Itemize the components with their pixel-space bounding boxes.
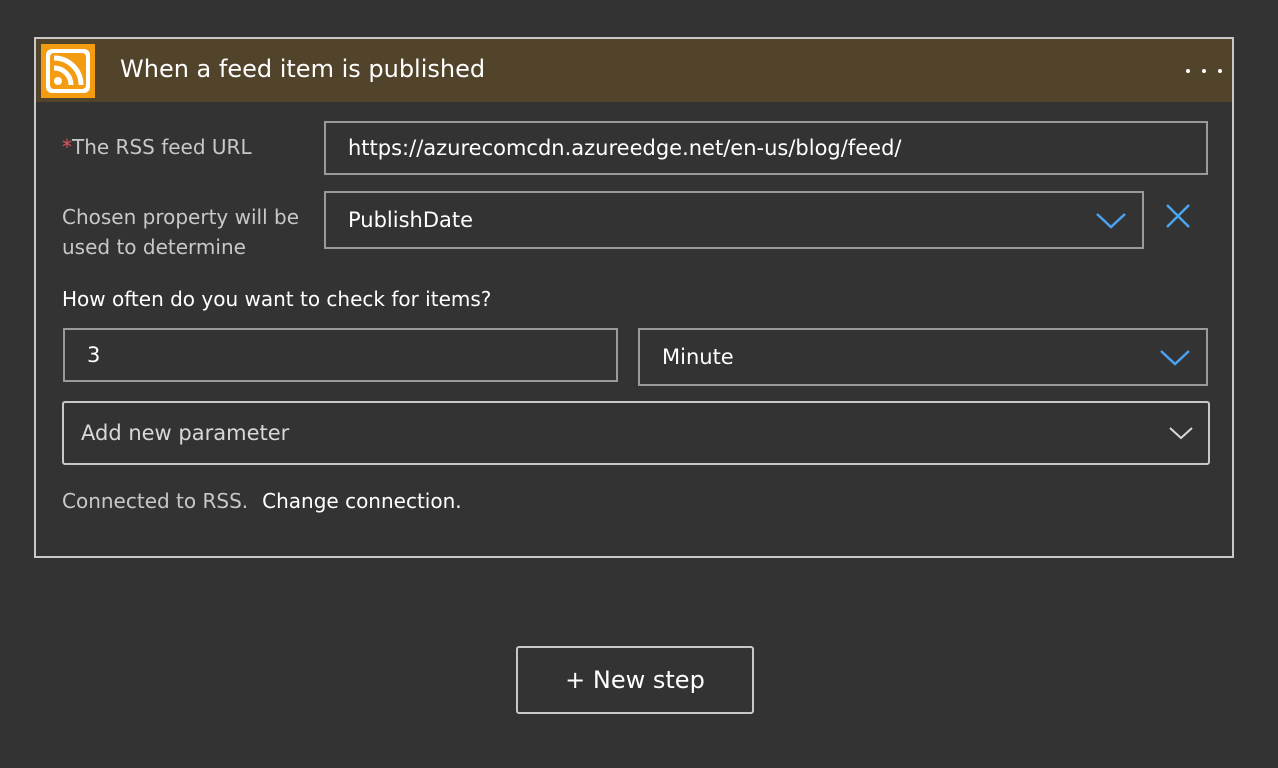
new-step-button[interactable]: + New step: [516, 646, 754, 714]
close-icon[interactable]: [1164, 202, 1192, 230]
feed-url-label: *The RSS feed URL: [62, 135, 252, 159]
trigger-card: When a feed item is published *The RSS f…: [34, 37, 1234, 558]
rss-icon: [41, 44, 95, 98]
unit-dropdown[interactable]: Minute: [638, 328, 1208, 386]
feed-url-input[interactable]: https://azurecomcdn.azureedge.net/en-us/…: [324, 121, 1208, 175]
chevron-down-icon: [1160, 350, 1190, 366]
change-connection-link[interactable]: Change connection.: [262, 489, 461, 513]
trigger-header[interactable]: When a feed item is published: [36, 39, 1232, 102]
add-parameter-dropdown[interactable]: Add new parameter: [62, 401, 1210, 465]
ellipsis-icon[interactable]: [1186, 61, 1222, 81]
required-mark: *: [62, 135, 72, 159]
connection-status: Connected to RSS. Change connection.: [62, 489, 462, 513]
chevron-down-icon: [1096, 213, 1126, 229]
interval-input[interactable]: 3: [63, 328, 618, 382]
chosen-property-label: Chosen property will be used to determin…: [62, 205, 299, 259]
trigger-title: When a feed item is published: [120, 55, 486, 83]
chevron-down-icon: [1169, 427, 1193, 440]
chosen-property-dropdown[interactable]: PublishDate: [324, 191, 1144, 249]
frequency-question: How often do you want to check for items…: [62, 287, 492, 311]
